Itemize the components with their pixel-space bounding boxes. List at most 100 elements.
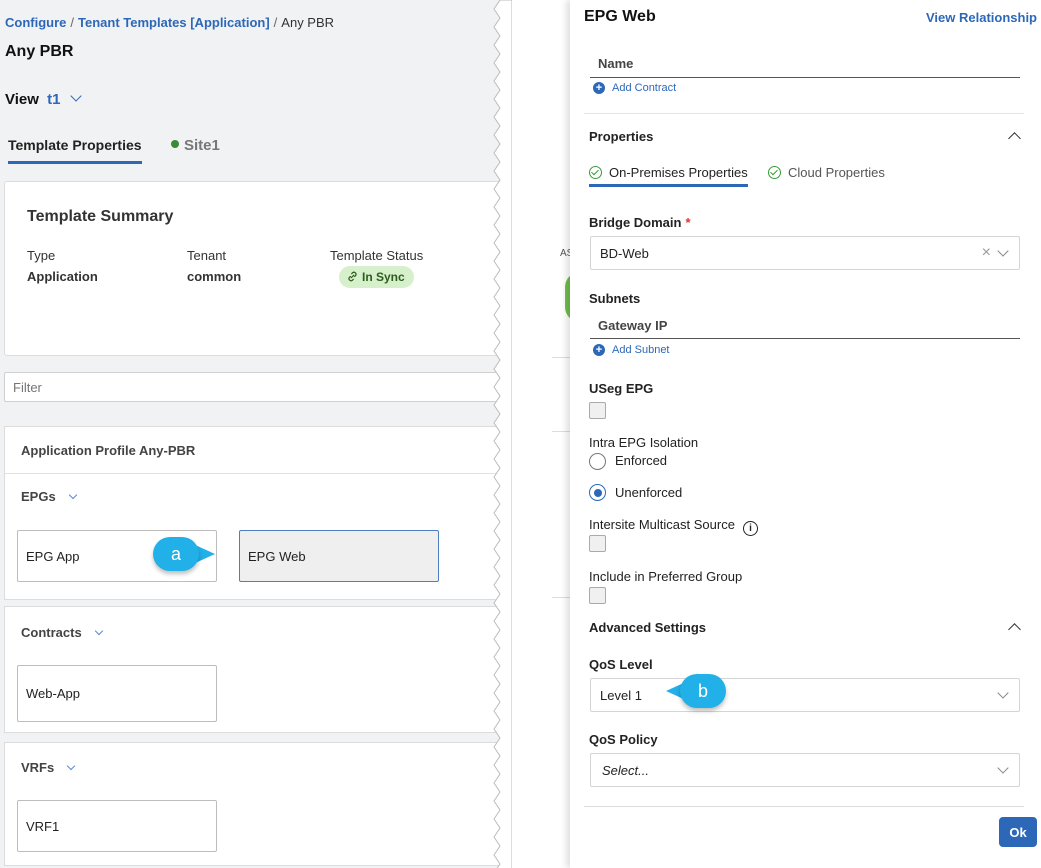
preferred-group-checkbox[interactable]: [589, 587, 606, 604]
contracts-header[interactable]: Contracts: [21, 625, 103, 640]
tab-site1-label: Site1: [184, 137, 220, 154]
app-profile-title: Application Profile Any-PBR: [21, 443, 196, 458]
required-marker: *: [685, 215, 691, 230]
qos-policy-label: QoS Policy: [589, 732, 658, 747]
template-view-panel: Configure / Tenant Templates [Application]…: [0, 0, 508, 868]
gateway-ip-header: Gateway IP: [598, 318, 668, 333]
callout-b-label: b: [680, 674, 726, 708]
info-icon[interactable]: i: [742, 521, 758, 536]
divider: [552, 431, 570, 432]
bridge-domain-select[interactable]: BD-Web ×: [590, 236, 1020, 270]
chevron-down-icon[interactable]: [997, 762, 1009, 774]
chevron-down-icon[interactable]: [997, 687, 1009, 699]
epgs-header[interactable]: EPGs: [21, 489, 77, 504]
breadcrumb-separator: /: [273, 15, 278, 30]
summary-tenant: Tenant common: [187, 248, 241, 284]
status-badge-text: In Sync: [362, 270, 405, 284]
add-subnet-button[interactable]: + Add Subnet: [593, 344, 670, 356]
properties-title: Properties: [589, 129, 654, 144]
divider: [552, 597, 570, 598]
bridge-domain-value: BD-Web: [600, 245, 649, 261]
intra-epg-isolation-label: Intra EPG Isolation: [589, 435, 699, 450]
chevron-down-icon[interactable]: [69, 90, 82, 102]
clear-icon[interactable]: ×: [982, 244, 991, 262]
vrfs-title: VRFs: [21, 760, 55, 775]
breadcrumb-current: Any PBR: [281, 15, 335, 30]
divider: [584, 806, 1024, 807]
summary-status: Template Status In Sync: [330, 248, 423, 288]
link-icon: [348, 271, 357, 282]
breadcrumb: Configure / Tenant Templates [Application]…: [5, 15, 334, 30]
tab-template-properties[interactable]: Template Properties: [8, 137, 142, 164]
summary-type-value: Application: [27, 269, 98, 284]
application-profile-card: Application Profile Any-PBR EPGs EPG App…: [4, 426, 508, 600]
tab-on-premises[interactable]: On-Premises Properties: [589, 165, 748, 187]
check-circle-icon: [768, 166, 781, 179]
epg-tile-web[interactable]: EPG Web: [239, 530, 439, 582]
add-subnet-label: Add Subnet: [612, 344, 670, 356]
vrfs-header[interactable]: VRFs: [21, 760, 76, 775]
bridge-domain-label: Bridge Domain *: [589, 215, 691, 230]
enforced-radio[interactable]: [589, 453, 606, 470]
contract-name-header: Name: [598, 56, 634, 71]
add-contract-button[interactable]: + Add Contract: [593, 82, 676, 94]
qos-level-label: QoS Level: [589, 657, 653, 672]
torn-edge: [493, 0, 512, 868]
contract-tile[interactable]: Web-App: [17, 665, 217, 722]
qos-policy-placeholder: Select...: [602, 762, 649, 778]
chevron-down-icon[interactable]: [68, 490, 77, 500]
summary-title: Template Summary: [27, 208, 174, 225]
qos-level-select[interactable]: Level 1: [590, 678, 1020, 712]
view-value[interactable]: t1: [47, 91, 60, 108]
advanced-settings-title: Advanced Settings: [589, 620, 707, 635]
panel-title: EPG Web: [584, 8, 656, 25]
breadcrumb-configure[interactable]: Configure: [5, 15, 66, 30]
epg-properties-panel: EPG Web View Relationship Name + Add Cont…: [570, 0, 1041, 868]
breadcrumb-tenant-templates[interactable]: Tenant Templates [Application]: [78, 15, 270, 30]
contracts-title: Contracts: [21, 625, 82, 640]
summary-status-label: Template Status: [330, 248, 424, 263]
bridge-domain-label-text: Bridge Domain: [589, 215, 682, 230]
callout-b: b: [666, 674, 728, 708]
divider: [590, 338, 1020, 339]
subnets-label: Subnets: [589, 291, 641, 306]
useg-epg-checkbox[interactable]: [589, 402, 606, 419]
preferred-group-label: Include in Preferred Group: [589, 569, 743, 584]
plus-icon: +: [593, 344, 605, 356]
intersite-multicast-label-text: Intersite Multicast Source: [589, 517, 735, 532]
tab-cloud-label: Cloud Properties: [788, 165, 885, 180]
intersite-multicast-label: Intersite Multicast Source i: [589, 517, 758, 536]
breadcrumb-separator: /: [70, 15, 75, 30]
chevron-down-icon[interactable]: [94, 626, 103, 636]
view-selector[interactable]: View t1: [5, 90, 82, 108]
divider: [584, 113, 1024, 114]
chevron-up-icon[interactable]: [1008, 623, 1021, 636]
ok-button[interactable]: Ok: [999, 817, 1037, 847]
status-badge: In Sync: [339, 266, 414, 288]
filter-input[interactable]: [4, 372, 508, 402]
chevron-down-icon[interactable]: [997, 245, 1009, 257]
background-page-fragment: AS: [512, 0, 570, 868]
divider: [552, 357, 570, 358]
summary-type: Type Application: [27, 248, 98, 284]
callout-a: a: [153, 537, 215, 571]
epgs-title: EPGs: [21, 489, 56, 504]
chevron-down-icon[interactable]: [66, 761, 76, 771]
unenforced-radio[interactable]: [589, 484, 606, 501]
enforced-label: Enforced: [615, 453, 668, 468]
summary-tenant-label: Tenant: [187, 248, 227, 263]
summary-tenant-value: common: [187, 269, 242, 284]
tab-cloud[interactable]: Cloud Properties: [768, 165, 885, 180]
site-status-dot-icon: [171, 140, 179, 148]
qos-policy-select[interactable]: Select...: [590, 753, 1020, 787]
add-contract-label: Add Contract: [612, 82, 677, 94]
intersite-multicast-checkbox[interactable]: [589, 535, 606, 552]
view-label: View: [5, 91, 39, 108]
view-relationship-link[interactable]: View Relationship: [926, 10, 1037, 25]
tab-site1[interactable]: Site1: [171, 137, 220, 154]
vrf-tile[interactable]: VRF1: [17, 800, 217, 852]
fragment-text: AS: [560, 248, 570, 259]
chevron-up-icon[interactable]: [1008, 132, 1021, 145]
qos-level-value: Level 1: [600, 687, 642, 703]
callout-a-label: a: [153, 537, 199, 571]
